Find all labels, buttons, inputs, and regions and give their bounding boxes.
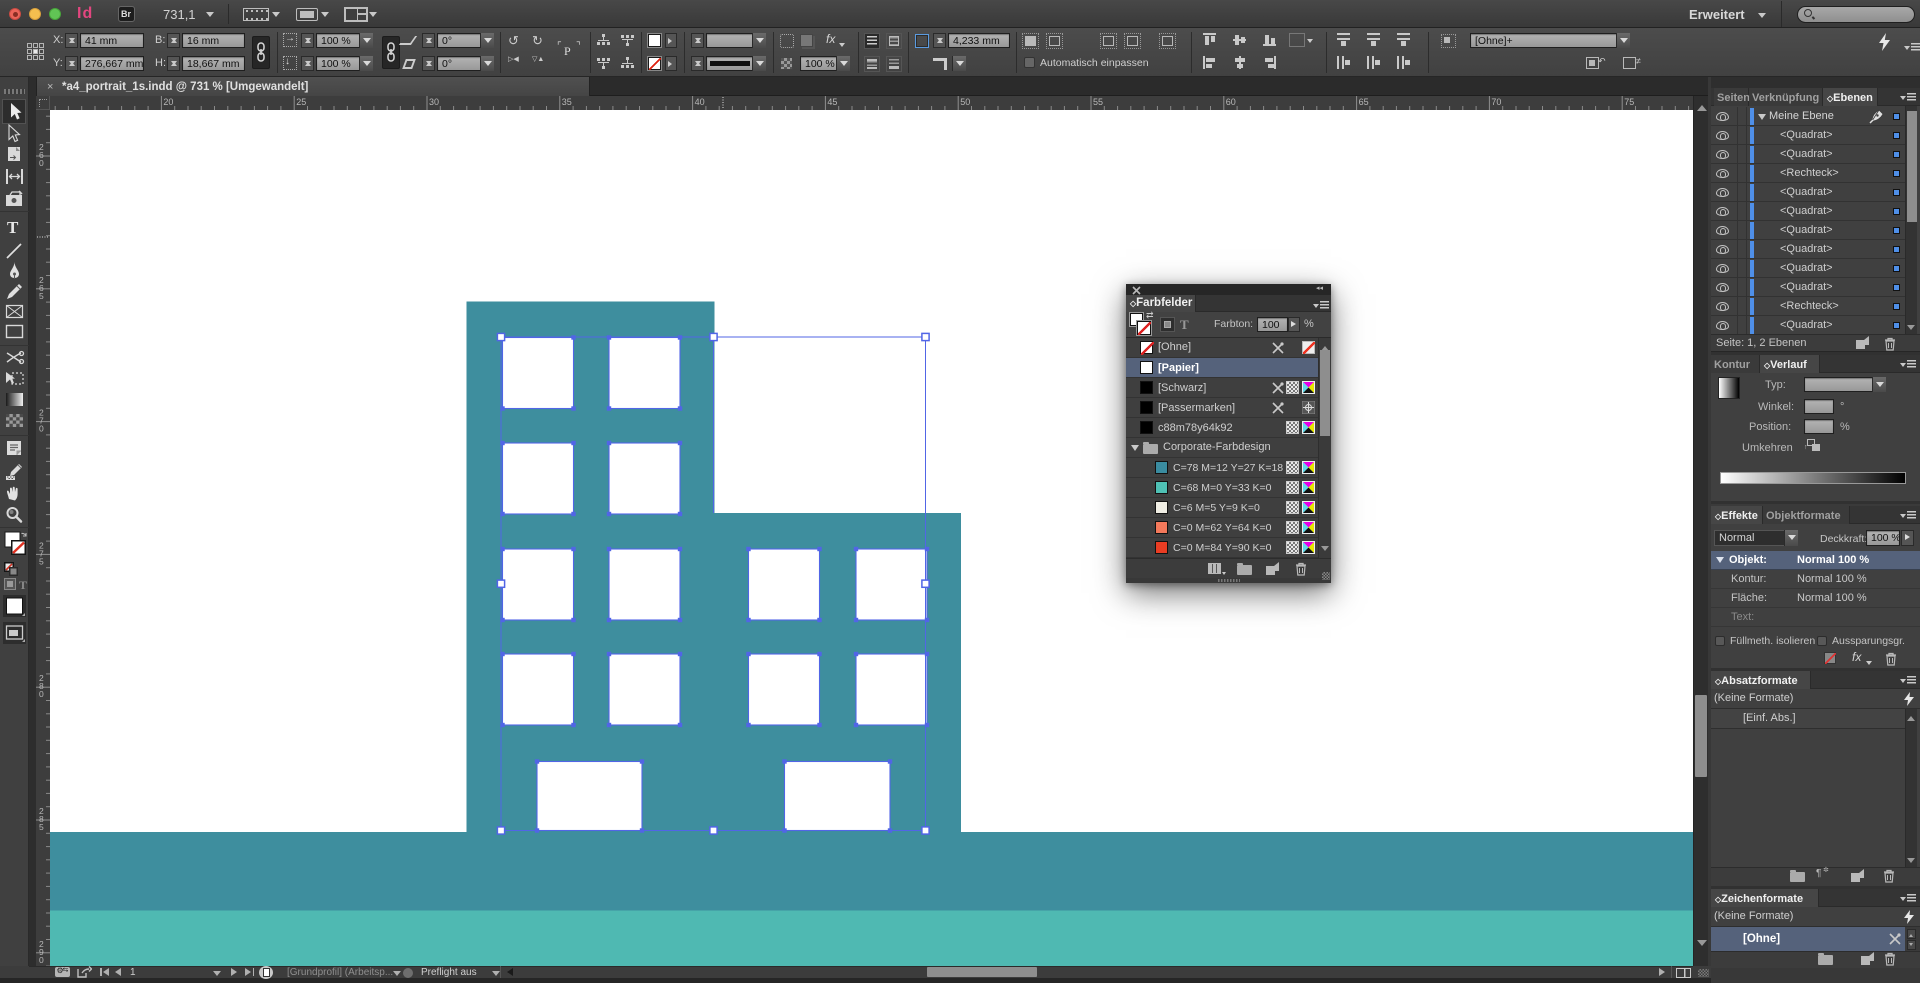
svg-text:0: 0: [39, 424, 44, 434]
svg-text:0: 0: [39, 689, 44, 699]
svg-text:T: T: [7, 218, 19, 237]
svg-text:75: 75: [1624, 97, 1634, 107]
svg-text:40: 40: [695, 97, 705, 107]
svg-text:30: 30: [429, 97, 439, 107]
svg-text:45: 45: [827, 97, 837, 107]
svg-text:5: 5: [39, 291, 44, 301]
svg-text:25: 25: [296, 97, 306, 107]
svg-text:60: 60: [1226, 97, 1236, 107]
svg-text:50: 50: [960, 97, 970, 107]
svg-text:5: 5: [39, 556, 44, 566]
svg-text:0: 0: [39, 158, 44, 168]
svg-text:0: 0: [39, 955, 44, 965]
svg-text:65: 65: [1359, 97, 1369, 107]
svg-text:35: 35: [562, 97, 572, 107]
svg-text:T: T: [19, 578, 27, 592]
svg-text:20: 20: [163, 97, 173, 107]
svg-text:5: 5: [39, 822, 44, 832]
svg-text:55: 55: [1093, 97, 1103, 107]
svg-text:70: 70: [1491, 97, 1501, 107]
